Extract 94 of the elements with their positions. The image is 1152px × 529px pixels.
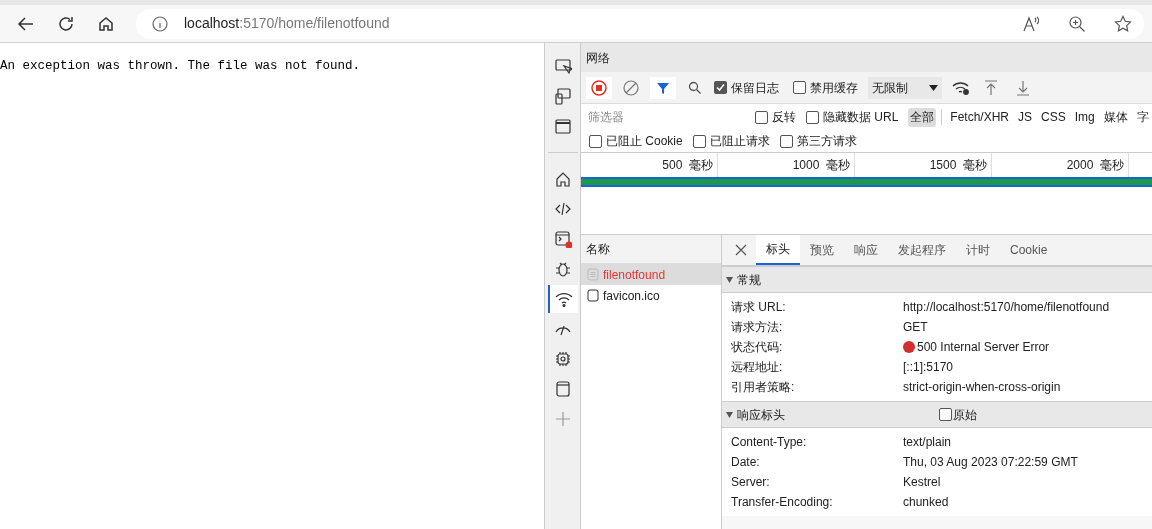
type-filter-tab[interactable]: Img bbox=[1071, 107, 1098, 127]
home-icon bbox=[97, 14, 115, 33]
checkbox-label: 已阻止 Cookie bbox=[606, 133, 683, 150]
header-value: Thu, 03 Aug 2023 07:22:59 GMT bbox=[903, 454, 1078, 471]
window-icon bbox=[553, 117, 572, 135]
checkbox[interactable] bbox=[714, 81, 727, 94]
download-icon[interactable] bbox=[1016, 79, 1030, 96]
header-name: 远程地址: bbox=[731, 359, 784, 376]
upload-icon[interactable] bbox=[984, 79, 998, 96]
star-icon[interactable] bbox=[1114, 14, 1132, 33]
timeline-tick: 1500 毫秒 bbox=[929, 157, 987, 174]
type-filter-tab[interactable]: JS bbox=[1015, 107, 1036, 127]
header-name: 引用者策略: bbox=[731, 379, 796, 396]
timeline-tick: 1000 毫秒 bbox=[792, 157, 850, 174]
timeline-tick: 2000 毫秒 bbox=[1066, 157, 1124, 174]
read-aloud-icon[interactable] bbox=[1022, 14, 1040, 33]
checkbox-label: 隐藏数据 URL bbox=[823, 109, 899, 126]
block-icon bbox=[623, 79, 639, 96]
header-value: 500 Internal Server Error bbox=[917, 339, 1050, 356]
filter-icon bbox=[656, 80, 670, 95]
header-name: Transfer-Encoding: bbox=[731, 494, 834, 511]
request-row[interactable]: favicon.ico bbox=[581, 285, 721, 306]
section-header[interactable]: 响应标头 bbox=[726, 405, 785, 424]
header-value: http://localhost:5170/home/filenotfound bbox=[903, 299, 1110, 316]
info-icon bbox=[152, 15, 168, 32]
checkbox-label: 禁用缓存 bbox=[810, 79, 858, 97]
checkbox-label: 已阻止请求 bbox=[709, 133, 770, 150]
close-icon bbox=[735, 244, 747, 256]
header-name: 请求 URL: bbox=[731, 299, 787, 316]
detail-tab[interactable]: 标头 bbox=[756, 235, 800, 265]
checkbox[interactable] bbox=[793, 81, 806, 94]
header-value: strict-origin-when-cross-origin bbox=[903, 379, 1061, 396]
request-name: favicon.ico bbox=[603, 287, 660, 305]
header-name: Content-Type: bbox=[731, 434, 808, 451]
record-icon bbox=[591, 79, 607, 96]
bug-icon bbox=[553, 260, 572, 278]
checkbox-label: 保留日志 bbox=[731, 79, 779, 97]
section-header[interactable]: 常规 bbox=[726, 270, 761, 289]
address-bar[interactable]: localhost:5170/home/filenotfound bbox=[136, 8, 1144, 39]
detail-tab[interactable]: 计时 bbox=[956, 235, 1000, 265]
wifi-icon bbox=[554, 290, 573, 308]
header-value: text/plain bbox=[903, 434, 952, 451]
device-icon bbox=[553, 87, 572, 105]
caret-icon bbox=[726, 411, 733, 418]
checkbox-label: 反转 bbox=[772, 109, 796, 126]
panel-icon bbox=[553, 380, 572, 398]
checkbox[interactable] bbox=[939, 408, 952, 421]
column-header: 名称 bbox=[586, 241, 610, 258]
type-filter-tab[interactable]: 媒体 bbox=[1100, 107, 1131, 127]
type-filter-tab[interactable]: Fetch/XHR bbox=[947, 107, 1013, 127]
header-name: Server: bbox=[731, 474, 771, 491]
plus-icon bbox=[553, 410, 572, 428]
caret-icon bbox=[726, 276, 733, 283]
header-name: Date: bbox=[731, 454, 761, 471]
header-name: 状态代码: bbox=[731, 339, 784, 356]
header-value: chunked bbox=[903, 494, 949, 511]
type-filter-tab[interactable]: CSS bbox=[1038, 107, 1069, 127]
panel-title: 网络 bbox=[586, 49, 610, 67]
type-filter-tab[interactable]: 全部 bbox=[908, 107, 937, 127]
page-text: An exception was thrown. The file was not found. bbox=[0, 58, 362, 75]
home-icon bbox=[553, 170, 572, 188]
record-button[interactable] bbox=[586, 76, 612, 99]
wifi-tool[interactable] bbox=[547, 285, 578, 313]
detail-tab[interactable]: 预览 bbox=[800, 235, 844, 265]
detail-tab[interactable]: 发起程序 bbox=[888, 235, 956, 265]
search-icon bbox=[688, 80, 702, 95]
code-icon bbox=[553, 200, 572, 218]
header-value: GET bbox=[903, 319, 928, 336]
zoom-icon[interactable] bbox=[1068, 14, 1086, 33]
console-icon bbox=[553, 230, 572, 248]
checkbox[interactable] bbox=[692, 134, 706, 148]
header-value: Kestrel bbox=[903, 474, 941, 491]
document-icon bbox=[587, 268, 599, 281]
url-text: localhost:5170/home/filenotfound bbox=[184, 14, 390, 33]
header-name: 请求方法: bbox=[731, 319, 784, 336]
type-filter-tab[interactable]: 字 bbox=[1133, 107, 1152, 127]
checkbox-label: 原始 bbox=[953, 406, 977, 424]
chip-icon bbox=[553, 350, 572, 368]
request-name: filenotfound bbox=[603, 266, 666, 284]
document-icon bbox=[587, 289, 599, 302]
checkbox-label: 第三方请求 bbox=[796, 133, 857, 150]
header-value: [::1]:5170 bbox=[903, 359, 954, 376]
timeline-tick: 500 毫秒 bbox=[662, 157, 713, 174]
filter-button[interactable] bbox=[650, 76, 676, 99]
detail-tab[interactable]: Cookie bbox=[1000, 235, 1058, 265]
checkbox[interactable] bbox=[779, 134, 793, 148]
caret-icon bbox=[929, 84, 938, 91]
throttle-dropdown[interactable]: 无限制 bbox=[868, 76, 942, 99]
detail-tab[interactable]: 响应 bbox=[844, 235, 888, 265]
checkbox[interactable] bbox=[806, 110, 819, 124]
checkbox[interactable] bbox=[755, 110, 768, 124]
inspect-icon bbox=[553, 57, 572, 75]
network-settings-icon[interactable] bbox=[952, 79, 970, 96]
checkbox[interactable] bbox=[589, 134, 602, 148]
